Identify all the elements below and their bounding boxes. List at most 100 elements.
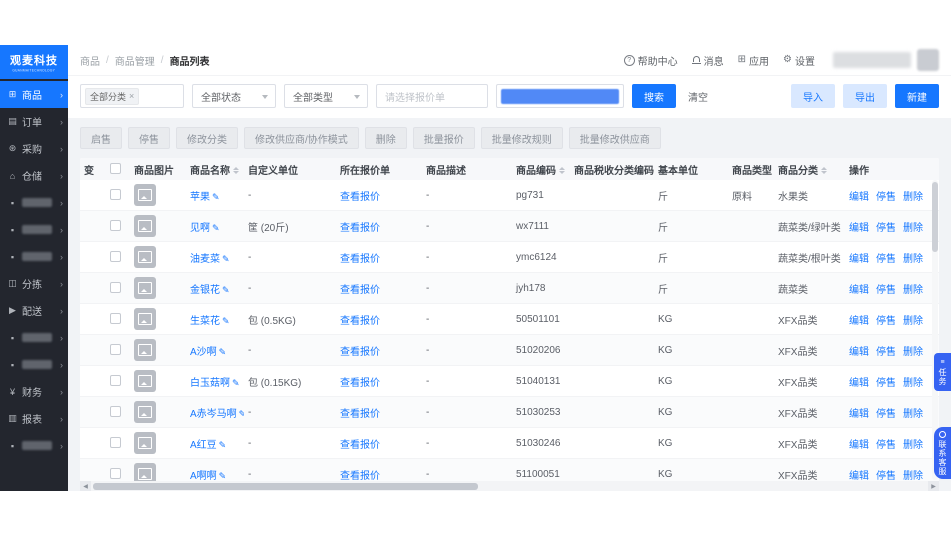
sidebar-item-redacted-6[interactable]: ▪ › — [0, 432, 68, 459]
customer-service-float-button[interactable]: 联系客服 — [934, 427, 951, 479]
status-select[interactable]: 全部状态 — [192, 84, 276, 108]
row-checkbox[interactable] — [110, 344, 121, 356]
horizontal-scrollbar-thumb[interactable] — [93, 482, 479, 490]
row-checkbox[interactable] — [110, 282, 121, 294]
edit-name-icon[interactable]: ✎ — [232, 378, 240, 388]
edit-link[interactable]: 编辑 — [849, 281, 869, 296]
horizontal-scrollbar-track[interactable] — [91, 481, 928, 491]
row-checkbox[interactable] — [110, 375, 121, 387]
sidebar-item-redacted-1[interactable]: ▪ › — [0, 189, 68, 216]
delete-link[interactable]: 删除 — [903, 281, 923, 296]
apps-button[interactable]: ⊞ 应用 — [738, 53, 769, 68]
edit-name-icon[interactable]: ✎ — [222, 285, 230, 295]
row-checkbox[interactable] — [110, 406, 121, 418]
product-name-link[interactable]: 金银花 — [190, 285, 220, 296]
delete-link[interactable]: 删除 — [903, 374, 923, 389]
sort-icon[interactable] — [821, 167, 827, 175]
view-quote-link[interactable]: 查看报价 — [340, 378, 380, 389]
help-center-button[interactable]: ? 帮助中心 — [623, 53, 678, 68]
column-header-name[interactable]: 商品名称 — [186, 158, 244, 180]
clear-button[interactable]: 清空 — [684, 84, 712, 108]
edit-name-icon[interactable]: ✎ — [219, 440, 227, 450]
bulk-edit-supplier-mode-button[interactable]: 修改供应商/协作模式 — [244, 127, 359, 149]
export-button[interactable]: 导出 — [843, 84, 887, 108]
delete-link[interactable]: 删除 — [903, 250, 923, 265]
type-select[interactable]: 全部类型 — [284, 84, 368, 108]
edit-name-icon[interactable]: ✎ — [212, 223, 220, 233]
select-all-checkbox[interactable] — [110, 163, 121, 175]
view-quote-link[interactable]: 查看报价 — [340, 347, 380, 358]
sidebar-item-redacted-2[interactable]: ▪ › — [0, 216, 68, 243]
sidebar-item-storage[interactable]: ⌂ 仓储 › — [0, 162, 68, 189]
category-tag[interactable]: 全部分类 × — [85, 87, 140, 105]
delete-link[interactable]: 删除 — [903, 188, 923, 203]
row-checkbox[interactable] — [110, 220, 121, 232]
vertical-scrollbar-thumb[interactable] — [932, 182, 938, 252]
stop-sale-link[interactable]: 停售 — [876, 374, 896, 389]
stop-sale-link[interactable]: 停售 — [876, 281, 896, 296]
bulk-bulk-quote-button[interactable]: 批量报价 — [412, 127, 475, 149]
delete-link[interactable]: 删除 — [903, 219, 923, 234]
bulk-edit-category-button[interactable]: 修改分类 — [176, 127, 238, 149]
edit-link[interactable]: 编辑 — [849, 250, 869, 265]
keyword-input[interactable] — [496, 84, 624, 108]
view-quote-link[interactable]: 查看报价 — [340, 409, 380, 420]
product-name-link[interactable]: 生菜花 — [190, 316, 220, 327]
edit-link[interactable]: 编辑 — [849, 405, 869, 420]
category-filter[interactable]: 全部分类 × — [80, 84, 184, 108]
view-quote-link[interactable]: 查看报价 — [340, 316, 380, 327]
edit-name-icon[interactable]: ✎ — [219, 347, 227, 357]
search-button[interactable]: 搜索 — [632, 84, 676, 108]
horizontal-scrollbar[interactable]: ◀ ▶ — [80, 481, 939, 491]
breadcrumb-item-goods-management[interactable]: 商品管理 — [115, 53, 155, 68]
sidebar-item-redacted-4[interactable]: ▪ › — [0, 324, 68, 351]
sidebar-item-purchase[interactable]: ⊛ 采购 › — [0, 135, 68, 162]
scroll-right-arrow-icon[interactable]: ▶ — [928, 481, 939, 491]
stop-sale-link[interactable]: 停售 — [876, 436, 896, 451]
delete-link[interactable]: 删除 — [903, 343, 923, 358]
edit-link[interactable]: 编辑 — [849, 343, 869, 358]
edit-link[interactable]: 编辑 — [849, 467, 869, 482]
task-float-button[interactable]: ≡ 任务 — [934, 353, 951, 391]
stop-sale-link[interactable]: 停售 — [876, 312, 896, 327]
bulk-disable-sale-button[interactable]: 停售 — [128, 127, 170, 149]
view-quote-link[interactable]: 查看报价 — [340, 192, 380, 203]
remove-tag-icon[interactable]: × — [129, 91, 134, 101]
view-quote-link[interactable]: 查看报价 — [340, 285, 380, 296]
edit-link[interactable]: 编辑 — [849, 374, 869, 389]
row-checkbox[interactable] — [110, 189, 121, 201]
view-quote-link[interactable]: 查看报价 — [340, 440, 380, 451]
stop-sale-link[interactable]: 停售 — [876, 343, 896, 358]
edit-name-icon[interactable]: ✎ — [222, 316, 230, 326]
sort-icon[interactable] — [233, 167, 239, 175]
edit-name-icon[interactable]: ✎ — [212, 192, 220, 202]
product-name-link[interactable]: 苹果 — [190, 192, 210, 203]
view-quote-link[interactable]: 查看报价 — [340, 254, 380, 265]
brand-logo[interactable]: 观麦科技 GUANMAITECHNOLOGY — [0, 45, 68, 79]
delete-link[interactable]: 删除 — [903, 467, 923, 482]
edit-link[interactable]: 编辑 — [849, 436, 869, 451]
bulk-bulk-edit-rule-button[interactable]: 批量修改规则 — [480, 127, 563, 149]
sidebar-item-delivery[interactable]: ▶ 配送 › — [0, 297, 68, 324]
stop-sale-link[interactable]: 停售 — [876, 188, 896, 203]
product-name-link[interactable]: 白玉菇啊 — [190, 378, 230, 389]
product-name-link[interactable]: A啊啊 — [190, 471, 217, 482]
stop-sale-link[interactable]: 停售 — [876, 405, 896, 420]
product-name-link[interactable]: A沙啊 — [190, 347, 217, 358]
edit-link[interactable]: 编辑 — [849, 219, 869, 234]
scroll-left-arrow-icon[interactable]: ◀ — [80, 481, 91, 491]
messages-button[interactable]: 消息 — [691, 53, 724, 68]
product-name-link[interactable]: 油麦菜 — [190, 254, 220, 265]
sidebar-item-redacted-3[interactable]: ▪ › — [0, 243, 68, 270]
sidebar-item-goods[interactable]: ⊞ 商品 › — [0, 81, 68, 108]
delete-link[interactable]: 删除 — [903, 436, 923, 451]
sidebar-item-finance[interactable]: ¥ 财务 › — [0, 378, 68, 405]
edit-name-icon[interactable]: ✎ — [239, 409, 244, 419]
stop-sale-link[interactable]: 停售 — [876, 467, 896, 482]
row-checkbox[interactable] — [110, 313, 121, 325]
delete-link[interactable]: 删除 — [903, 312, 923, 327]
edit-link[interactable]: 编辑 — [849, 312, 869, 327]
quote-sheet-input[interactable]: 请选择报价单 — [376, 84, 488, 108]
column-header-code[interactable]: 商品编码 — [512, 158, 570, 180]
edit-link[interactable]: 编辑 — [849, 188, 869, 203]
